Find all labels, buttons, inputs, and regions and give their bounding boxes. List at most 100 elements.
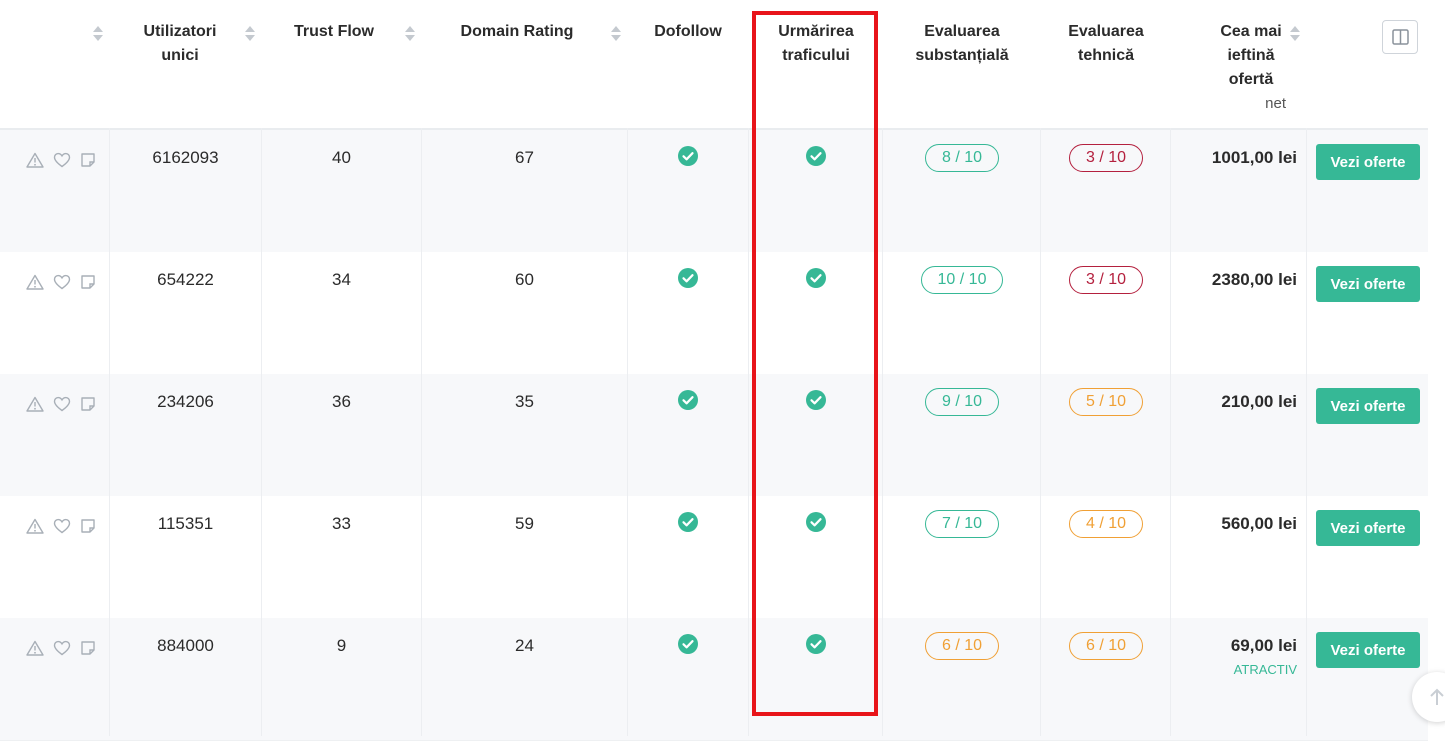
- table-row: 884000 9 24 6 / 10 6 / 10 69,00 lei ATRA…: [0, 618, 1428, 741]
- header-dofollow[interactable]: Dofollow: [628, 0, 748, 128]
- unique-users-value: 6162093: [152, 148, 219, 167]
- trust-flow-value: 9: [336, 636, 347, 655]
- traffic-tracking-check-icon: [806, 390, 826, 410]
- trust-flow-value: 40: [332, 148, 351, 167]
- dofollow-check-icon: [678, 512, 698, 532]
- heart-icon[interactable]: [53, 396, 71, 412]
- columns-icon: [1392, 29, 1409, 45]
- header-label: Dofollow: [654, 23, 722, 40]
- view-offers-button[interactable]: Vezi oferte: [1316, 510, 1420, 546]
- technical-score-badge: 4 / 10: [1069, 510, 1143, 538]
- column-toggle-button[interactable]: [1382, 20, 1418, 54]
- dofollow-check-icon: [678, 390, 698, 410]
- technical-score-badge: 6 / 10: [1069, 632, 1143, 660]
- sort-icon[interactable]: [93, 26, 103, 42]
- sort-icon[interactable]: [245, 26, 255, 42]
- price-tag: ATRACTIV: [1233, 662, 1297, 677]
- note-icon[interactable]: [80, 274, 96, 290]
- view-offers-button[interactable]: Vezi oferte: [1316, 266, 1420, 302]
- price-value: 560,00 lei: [1221, 514, 1297, 533]
- technical-score-badge: 3 / 10: [1069, 266, 1143, 294]
- sort-icon[interactable]: [405, 26, 415, 42]
- warning-icon[interactable]: [26, 640, 44, 656]
- row-actions: [26, 396, 96, 412]
- note-icon[interactable]: [80, 640, 96, 656]
- warning-icon[interactable]: [26, 152, 44, 168]
- header-unique-users[interactable]: Utilizatori unici: [110, 0, 250, 128]
- table-header: Utilizatori unici Trust Flow Domain Rati…: [0, 0, 1428, 130]
- note-icon[interactable]: [80, 152, 96, 168]
- table-row: 115351 33 59 7 / 10 4 / 10 560,00 lei Ve…: [0, 496, 1428, 619]
- view-offers-button[interactable]: Vezi oferte: [1316, 388, 1420, 424]
- heart-icon[interactable]: [53, 274, 71, 290]
- offers-table: Utilizatori unici Trust Flow Domain Rati…: [0, 0, 1428, 741]
- header-domain-rating[interactable]: Domain Rating: [422, 0, 612, 128]
- warning-icon[interactable]: [26, 274, 44, 290]
- table-row: 654222 34 60 10 / 10 3 / 10 2380,00 lei …: [0, 252, 1428, 375]
- price-value: 69,00 lei: [1230, 636, 1297, 655]
- header-label: Utilizatori unici: [143, 23, 217, 64]
- trust-flow-value: 36: [332, 392, 351, 411]
- domain-rating-value: 59: [515, 514, 534, 533]
- header-label: Evaluarea substanțială: [915, 23, 1009, 64]
- header-cheapest-offer[interactable]: Cea mai ieftină ofertă net: [1200, 0, 1304, 128]
- note-icon[interactable]: [80, 518, 96, 534]
- header-label: Evaluarea tehnică: [1068, 23, 1144, 64]
- heart-icon[interactable]: [53, 152, 71, 168]
- price-value: 210,00 lei: [1221, 392, 1297, 411]
- view-offers-button[interactable]: Vezi oferte: [1316, 144, 1420, 180]
- traffic-tracking-check-icon: [806, 634, 826, 654]
- price-value: 2380,00 lei: [1211, 270, 1297, 289]
- header-trust-flow[interactable]: Trust Flow: [262, 0, 406, 128]
- technical-score-badge: 5 / 10: [1069, 388, 1143, 416]
- row-actions: [26, 274, 96, 290]
- view-offers-button[interactable]: Vezi oferte: [1316, 632, 1420, 668]
- unique-users-value: 884000: [157, 636, 214, 655]
- header-substantial-eval[interactable]: Evaluarea substanțială: [884, 0, 1040, 128]
- dofollow-check-icon: [678, 634, 698, 654]
- header-label: Domain Rating: [460, 23, 574, 40]
- sort-icon[interactable]: [1290, 26, 1300, 42]
- header-technical-eval[interactable]: Evaluarea tehnică: [1042, 0, 1170, 128]
- substantial-score-badge: 9 / 10: [925, 388, 999, 416]
- price-cell: 69,00 lei ATRACTIV: [1172, 618, 1297, 740]
- technical-score-badge: 3 / 10: [1069, 144, 1143, 172]
- row-actions: [26, 640, 96, 656]
- price-cell: 210,00 lei: [1172, 374, 1297, 496]
- warning-icon[interactable]: [26, 396, 44, 412]
- sort-icon[interactable]: [611, 26, 621, 42]
- table-row: 6162093 40 67 8 / 10 3 / 10 1001,00 lei …: [0, 130, 1428, 253]
- price-cell: 1001,00 lei: [1172, 130, 1297, 252]
- note-icon[interactable]: [80, 396, 96, 412]
- price-value: 1001,00 lei: [1211, 148, 1297, 167]
- unique-users-value: 654222: [157, 270, 214, 289]
- warning-icon[interactable]: [26, 518, 44, 534]
- substantial-score-badge: 6 / 10: [925, 632, 999, 660]
- table-row: 234206 36 35 9 / 10 5 / 10 210,00 lei Ve…: [0, 374, 1428, 497]
- price-cell: 2380,00 lei: [1172, 252, 1297, 374]
- price-cell: 560,00 lei: [1172, 496, 1297, 618]
- trust-flow-value: 34: [332, 270, 351, 289]
- substantial-score-badge: 7 / 10: [925, 510, 999, 538]
- substantial-score-badge: 10 / 10: [921, 266, 1003, 294]
- header-label: Urmărirea traficului: [778, 23, 854, 64]
- header-sublabel: net: [1265, 95, 1286, 112]
- heart-icon[interactable]: [53, 640, 71, 656]
- domain-rating-value: 35: [515, 392, 534, 411]
- header-label: Trust Flow: [294, 23, 374, 40]
- unique-users-value: 115351: [157, 514, 214, 533]
- traffic-tracking-check-icon: [806, 268, 826, 288]
- traffic-tracking-check-icon: [806, 146, 826, 166]
- row-actions: [26, 518, 96, 534]
- substantial-score-badge: 8 / 10: [925, 144, 999, 172]
- domain-rating-value: 24: [515, 636, 534, 655]
- header-traffic-tracking[interactable]: Urmărirea traficului: [756, 0, 876, 128]
- heart-icon[interactable]: [53, 518, 71, 534]
- domain-rating-value: 67: [515, 148, 534, 167]
- row-actions: [26, 152, 96, 168]
- unique-users-value: 234206: [157, 392, 214, 411]
- dofollow-check-icon: [678, 146, 698, 166]
- header-label: Cea mai ieftină ofertă: [1220, 23, 1282, 88]
- domain-rating-value: 60: [515, 270, 534, 289]
- dofollow-check-icon: [678, 268, 698, 288]
